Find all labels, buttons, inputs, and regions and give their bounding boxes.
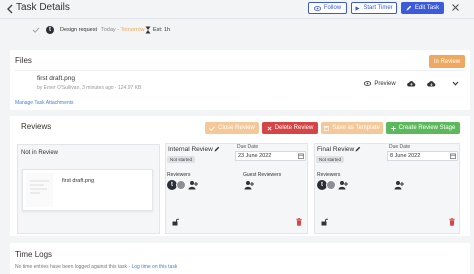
cloud-upload-icon[interactable] bbox=[407, 80, 416, 87]
final-due-label: Due Date bbox=[389, 144, 411, 150]
final-due-date-input[interactable]: 8 June 2022 bbox=[387, 151, 458, 161]
follow-button[interactable]: Follow bbox=[308, 2, 347, 14]
file-name[interactable]: first draft.png bbox=[37, 75, 75, 82]
add-reviewer-icon[interactable] bbox=[338, 180, 348, 190]
internal-review-title: Internal Review bbox=[168, 146, 213, 153]
trash-icon[interactable] bbox=[449, 218, 455, 226]
guest-reviewers-label: Guest Reviewers bbox=[243, 172, 282, 178]
delete-review-button[interactable]: Delete Review bbox=[262, 122, 318, 134]
close-icon[interactable] bbox=[451, 3, 460, 12]
eye-icon bbox=[313, 5, 321, 11]
add-reviewer-icon[interactable] bbox=[188, 180, 198, 190]
internal-reviewers-label: Reviewers bbox=[167, 172, 191, 178]
start-timer-label: Start Timer bbox=[363, 5, 393, 11]
timelogs-heading: Time Logs bbox=[15, 250, 53, 259]
back-chevron-icon[interactable] bbox=[6, 4, 14, 14]
internal-due-label: Due Date bbox=[237, 144, 259, 150]
timelogs-empty: No time entries have been logged against… bbox=[15, 264, 178, 270]
files-divider bbox=[15, 70, 465, 71]
unlock-icon[interactable] bbox=[321, 218, 328, 226]
edit-title-pencil-icon[interactable] bbox=[214, 146, 220, 152]
file-meta: by Emer O'Sullivan, 3 minutes ago · 124.… bbox=[37, 85, 142, 91]
task-dates: Today - Tomorrow bbox=[101, 27, 145, 33]
file-card-name: first draft.png bbox=[62, 178, 95, 184]
hourglass-icon bbox=[145, 26, 151, 34]
edit-task-label: Edit Task bbox=[414, 5, 440, 11]
chevron-down-icon[interactable] bbox=[452, 81, 459, 86]
check-icon bbox=[209, 125, 216, 131]
close-review-button[interactable]: Close Review bbox=[205, 122, 259, 134]
reviewer-avatar-photo bbox=[176, 180, 186, 190]
preview-button[interactable]: Preview bbox=[361, 78, 399, 89]
in-review-badge[interactable]: In Review bbox=[429, 55, 465, 68]
eye-icon bbox=[364, 81, 372, 86]
pencil-icon bbox=[406, 5, 412, 11]
file-thumbnail bbox=[26, 173, 53, 207]
play-icon bbox=[355, 5, 360, 11]
internal-due-date-input[interactable]: 23 June 2022 bbox=[235, 151, 306, 161]
not-in-review-title: Not in Review bbox=[21, 150, 59, 156]
task-name: Design request bbox=[60, 27, 97, 33]
calendar-icon[interactable] bbox=[450, 153, 456, 159]
files-card bbox=[10, 50, 470, 110]
final-reviewers-label: Reviewers bbox=[317, 172, 341, 178]
save-icon bbox=[324, 125, 330, 131]
unlock-icon[interactable] bbox=[172, 218, 179, 226]
edit-task-button[interactable]: Edit Task bbox=[401, 2, 444, 14]
start-timer-button[interactable]: Start Timer bbox=[351, 2, 397, 14]
complete-check-icon[interactable] bbox=[32, 26, 40, 34]
cloud-download-icon[interactable] bbox=[427, 80, 436, 87]
add-guest-reviewer-icon[interactable] bbox=[244, 180, 254, 190]
reviews-heading: Reviews bbox=[21, 122, 52, 131]
add-guest-reviewer-icon[interactable] bbox=[394, 180, 404, 190]
calendar-icon[interactable] bbox=[298, 153, 304, 159]
internal-status-badge: Not started bbox=[167, 156, 195, 163]
task-estimate: Est: 1h bbox=[153, 27, 171, 33]
final-review-title: Final Review bbox=[317, 146, 355, 153]
header-divider bbox=[0, 18, 474, 19]
edit-title-pencil-icon[interactable] bbox=[355, 146, 361, 152]
date-today: Today bbox=[101, 27, 116, 33]
reviewer-avatar-photo bbox=[326, 180, 336, 190]
close-x-icon bbox=[267, 125, 272, 131]
plus-icon bbox=[390, 125, 396, 131]
date-tomorrow: Tomorrow bbox=[120, 27, 145, 33]
assignee-avatar: t bbox=[46, 26, 54, 34]
files-heading: Files bbox=[15, 56, 32, 65]
create-review-stage-button[interactable]: Create Review Stage bbox=[386, 122, 460, 134]
trash-icon[interactable] bbox=[296, 218, 302, 226]
save-as-template-button[interactable]: Save as Template bbox=[321, 122, 383, 134]
page-title: Task Details bbox=[16, 2, 70, 13]
follow-label: Follow bbox=[323, 5, 342, 11]
log-time-link[interactable]: Log time on this task bbox=[131, 264, 177, 270]
manage-attachments-link[interactable]: Manage Task Attachments bbox=[15, 100, 74, 106]
final-status-badge: Not started bbox=[316, 156, 344, 163]
